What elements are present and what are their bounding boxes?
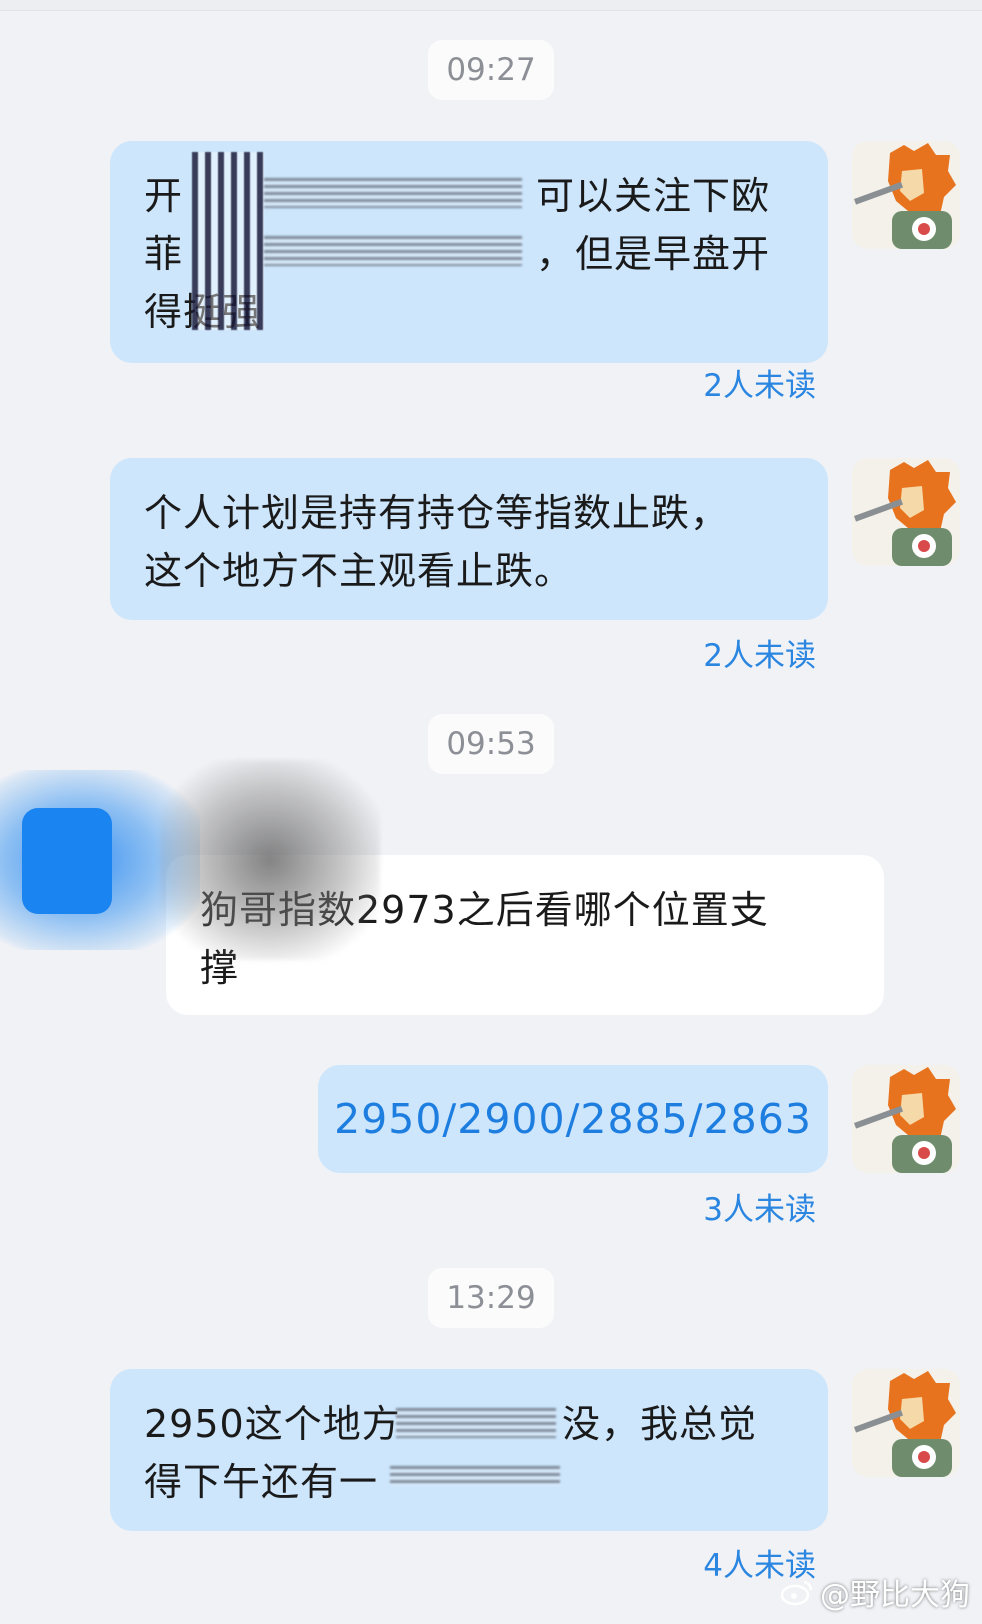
message-text: 2950这个地方 xyxy=(144,1402,401,1446)
redaction-overlay xyxy=(264,236,522,266)
message-text: 可以关注下欧 xyxy=(536,174,771,218)
redaction-overlay xyxy=(160,760,380,960)
timestamp: 09:53 xyxy=(428,714,554,774)
unread-count: 2人未读 xyxy=(703,368,816,404)
weibo-logo-icon xyxy=(780,1580,813,1606)
message-bubble[interactable]: 2950这个地方 没，我总觉 得下午还有一 xyxy=(110,1369,828,1531)
message-text: 2950/2900/2885/2863 xyxy=(334,1095,812,1143)
redaction-overlay xyxy=(396,1408,556,1438)
sender-avatar-redacted xyxy=(22,808,112,914)
lion-avatar-icon xyxy=(852,1369,960,1477)
message-text: 菲 xyxy=(144,232,184,276)
lion-avatar-icon xyxy=(852,458,960,566)
message-text: ，但是早盘开 xyxy=(536,232,771,276)
message-bubble[interactable]: 个人计划是持有持仓等指数止跌， 这个地方不主观看止跌。 xyxy=(110,458,828,620)
unread-count: 3人未读 xyxy=(703,1192,816,1228)
timestamp: 09:27 xyxy=(428,40,554,100)
message-bubble[interactable]: 2950/2900/2885/2863 xyxy=(318,1065,828,1173)
message-text: 这个地方不主观看止跌。 xyxy=(144,549,574,593)
message-text: 没，我总觉 xyxy=(562,1402,758,1446)
watermark-text: @野比大狗 xyxy=(820,1578,970,1613)
lion-avatar-icon xyxy=(852,141,960,249)
avatar[interactable] xyxy=(852,458,960,566)
message-text: 个人计划是持有持仓等指数止跌， xyxy=(144,491,730,535)
avatar[interactable] xyxy=(852,1065,960,1173)
redaction-overlay xyxy=(264,178,522,208)
avatar[interactable] xyxy=(852,141,960,249)
avatar[interactable] xyxy=(852,1369,960,1477)
redaction-overlay xyxy=(192,152,264,330)
redaction-overlay xyxy=(390,1466,560,1486)
lion-avatar-icon xyxy=(852,1065,960,1173)
unread-count: 2人未读 xyxy=(703,638,816,674)
watermark: @野比大狗 xyxy=(780,1570,970,1614)
message-text: 开 xyxy=(144,174,184,218)
timestamp: 13:29 xyxy=(428,1268,554,1328)
top-divider xyxy=(0,0,982,11)
